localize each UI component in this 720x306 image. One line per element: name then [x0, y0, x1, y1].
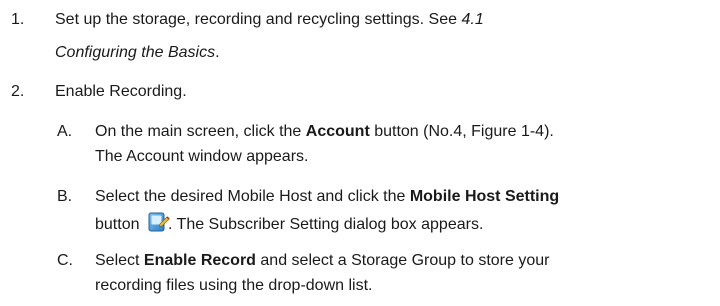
step-number: 2. [11, 83, 25, 100]
substep-letter: C. [57, 252, 73, 269]
step-text: Set up the storage, recording and recycl… [55, 8, 484, 32]
step-text-continued: Configuring the Basics. [55, 41, 220, 65]
substep-text-plain: button (No.4, Figure 1-4). [369, 123, 554, 140]
ui-term-account: Account [305, 123, 370, 140]
section-reference-title: Configuring the Basics [55, 44, 216, 61]
step-text-plain: Set up the storage, recording and recycl… [55, 11, 462, 28]
ui-term-mobile-host-setting: Mobile Host Setting [409, 188, 560, 205]
substep-letter: B. [57, 188, 73, 205]
substep-text: Select Enable Record and select a Storag… [95, 249, 549, 273]
substep-text-plain: Select [95, 252, 144, 269]
step-text-period: . [215, 44, 220, 61]
step-number: 1. [11, 11, 25, 28]
substep-text-plain: and select a Storage Group to store your [255, 252, 550, 269]
substep-text-continued: button . The Subscriber Setting dialog b… [95, 211, 483, 237]
substep-text-plain: . The Subscriber Setting dialog box appe… [167, 216, 484, 233]
step-text: Enable Recording. [55, 83, 187, 100]
substep-text: On the main screen, click the Account bu… [95, 120, 554, 144]
substep-text-plain: button [95, 216, 140, 233]
substep-text: Select the desired Mobile Host and click… [95, 185, 559, 209]
substep-text-plain: Select the desired Mobile Host and click… [95, 188, 410, 205]
substep-text-plain: On the main screen, click the [95, 123, 306, 140]
substep-letter: A. [57, 123, 73, 140]
ui-term-enable-record: Enable Record [143, 252, 256, 269]
substep-text-continued: The Account window appears. [95, 148, 309, 165]
mobile-host-setting-icon [148, 211, 170, 232]
substep-text-continued: recording files using the drop-down list… [95, 277, 373, 294]
section-reference: 4.1 [461, 11, 484, 28]
